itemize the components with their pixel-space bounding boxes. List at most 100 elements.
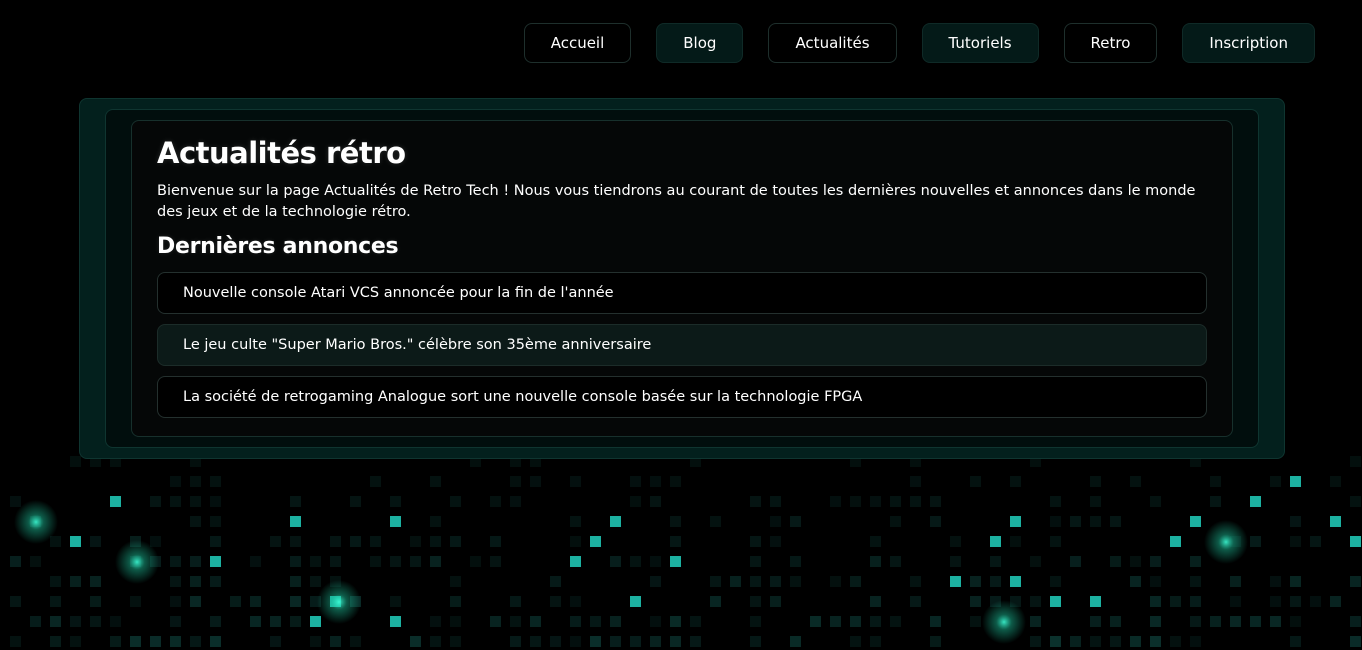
pixel-cell [610,516,621,527]
pixel-cell [890,496,901,507]
pixel-cell [1010,536,1021,547]
news-card: Actualités rétro Bienvenue sur la page A… [131,120,1233,437]
pixel-cell [910,576,921,587]
pixel-cell [670,616,681,627]
pixel-cell [350,536,361,547]
pixel-cell [950,556,961,567]
pixel-cell [1130,636,1141,647]
pixel-cell [290,596,301,607]
pixel-cell [910,496,921,507]
pixel-cell [1030,636,1041,647]
pixel-cell [150,536,161,547]
pixel-cell [690,616,701,627]
pixel-cell [1350,536,1361,547]
pixel-cell [10,596,21,607]
pixel-cell [150,636,161,647]
pixel-cell [510,596,521,607]
pixel-cell [170,616,181,627]
announcement-item[interactable]: Nouvelle console Atari VCS annoncée pour… [157,272,1207,314]
pixel-cell [990,556,1001,567]
pixel-cell [870,496,881,507]
page-title: Actualités rétro [157,136,406,170]
nav-retro-button[interactable]: Retro [1063,23,1158,63]
pixel-cell [570,536,581,547]
pixel-cell [750,496,761,507]
pixel-cell [1010,476,1021,487]
pixel-cell [770,496,781,507]
pixel-cell [490,496,501,507]
pixel-cell [810,616,821,627]
pixel-cell [50,536,61,547]
pixel-cell [1150,496,1161,507]
pixel-cell [1210,496,1221,507]
pixel-cell [970,596,981,607]
pixel-cell [750,536,761,547]
pixel-cell [870,536,881,547]
pixel-cell [1230,616,1241,627]
pixel-cell [750,596,761,607]
pixel-cell [1170,536,1181,547]
pixel-glow [982,600,1026,644]
pixel-cell [710,576,721,587]
pixel-cell [450,536,461,547]
pixel-cell [50,616,61,627]
pixel-cell [70,636,81,647]
pixel-cell [1350,496,1361,507]
pixel-cell [1070,516,1081,527]
pixel-cell [430,636,441,647]
pixel-cell [170,496,181,507]
pixel-cell [1030,596,1041,607]
pixel-cell [290,496,301,507]
pixel-cell [90,536,101,547]
pixel-cell [1190,576,1201,587]
pixel-cell [670,516,681,527]
pixel-cell [830,496,841,507]
pixel-cell [1290,516,1301,527]
pixel-cell [990,536,1001,547]
pixel-cell [890,516,901,527]
pixel-cell [10,556,21,567]
announcement-item[interactable]: Le jeu culte "Super Mario Bros." célèbre… [157,324,1207,366]
pixel-cell [390,616,401,627]
pixel-cell [110,636,121,647]
pixel-cell [270,616,281,627]
pixel-cell [130,596,141,607]
pixel-cell [230,596,241,607]
pixel-cell [210,476,221,487]
pixel-cell [670,636,681,647]
pixel-cell [70,616,81,627]
pixel-cell [630,496,641,507]
pixel-cell [650,616,661,627]
pixel-cell [570,516,581,527]
pixel-cell [370,476,381,487]
nav-tutoriels-button[interactable]: Tutoriels [921,23,1039,63]
announcement-item[interactable]: La société de retrogaming Analogue sort … [157,376,1207,418]
pixel-cell [1130,476,1141,487]
pixel-cell [450,616,461,627]
pixel-cell [1190,516,1201,527]
nav-blog-button[interactable]: Blog [656,23,744,63]
nav-accueil-button[interactable]: Accueil [523,23,632,63]
pixel-cell [690,636,701,647]
pixel-cell [630,476,641,487]
pixel-cell [30,556,41,567]
pixel-cell [250,616,261,627]
pixel-cell [870,596,881,607]
pixel-cell [750,616,761,627]
pixel-cell [590,536,601,547]
pixel-cell [1350,576,1361,587]
nav-actualites-button[interactable]: Actualités [768,23,897,63]
pixel-cell [190,596,201,607]
pixel-cell [610,616,621,627]
pixel-cell [1190,616,1201,627]
pixel-cell [750,556,761,567]
pixel-cell [1230,596,1241,607]
pixel-cell [770,596,781,607]
pixel-cell [510,616,521,627]
pixel-cell [1290,536,1301,547]
pixel-cell [1290,616,1301,627]
pixel-cell [670,536,681,547]
pixel-cell [1050,576,1061,587]
pixel-cell [1350,616,1361,627]
nav-inscription-button[interactable]: Inscription [1182,23,1315,63]
